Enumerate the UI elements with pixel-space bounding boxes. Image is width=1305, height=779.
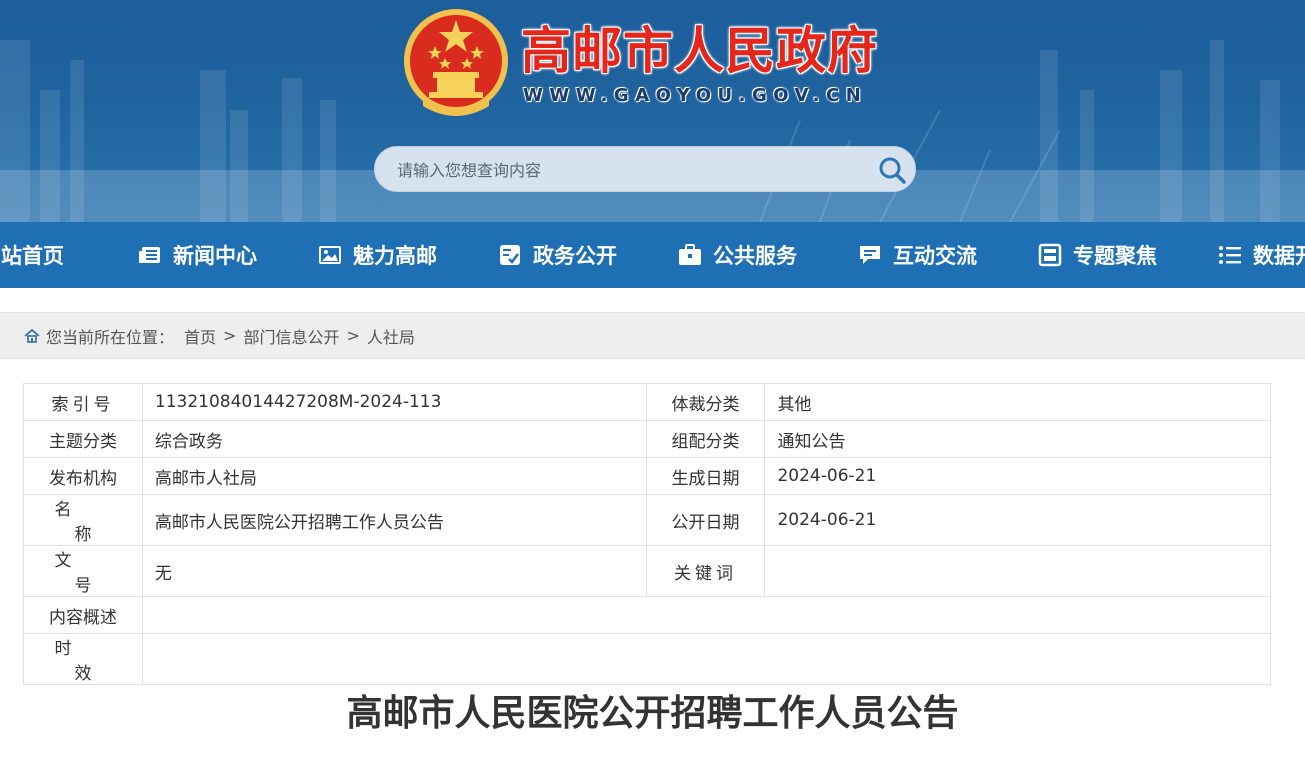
created-value: 2024-06-21 [764,457,1271,495]
breadcrumb-dept-info-link[interactable]: 部门信息公开 [243,324,339,348]
home-icon [24,328,40,343]
nav-item-home[interactable]: 网站首页 [0,222,64,288]
breadcrumb-separator: > [346,326,360,345]
nav-item-label: 专题聚焦 [1073,244,1157,268]
briefcase-icon [679,244,701,265]
published-value: 2024-06-21 [764,494,1271,546]
summary-label: 内容概述 [23,596,143,634]
breadcrumb-home-link[interactable]: 首页 [184,324,216,348]
genre-label: 体裁分类 [645,383,766,421]
published-label: 公开日期 [645,494,766,546]
doc-no-label: 文号 [23,545,143,597]
category-label: 组配分类 [645,420,766,458]
main-nav: 网站首页 新闻中心 魅力高邮 政务公开 公共服务 互动交流 专题聚焦 数据开放 [0,222,1305,288]
site-url: WWW.GAOYOU.GOV.CN [523,85,868,106]
site-banner: 高邮市人民政府 WWW.GAOYOU.GOV.CN [0,0,1305,222]
table-row: 发布机构 高邮市人社局 生成日期 2024-06-21 [23,457,1271,495]
nav-item-label: 互动交流 [893,244,977,268]
article-title: 高邮市人民医院公开招聘工作人员公告 [346,693,959,734]
breadcrumb-prefix: 您当前所在位置： [46,327,175,347]
publisher-label: 发布机构 [23,457,143,495]
search-icon[interactable] [877,155,907,185]
summary-value [141,596,1272,634]
picture-icon [319,246,341,264]
index-no-label: 索引号 [23,383,143,421]
validity-label: 时效 [23,633,143,685]
genre-value: 其他 [764,383,1271,421]
nav-item-gov-affairs[interactable]: 政务公开 [498,222,617,288]
nav-item-interaction[interactable]: 互动交流 [858,222,977,288]
publisher-value: 高邮市人社局 [141,457,647,495]
nav-item-topics[interactable]: 专题聚焦 [1038,222,1157,288]
breadcrumb-hr-bureau-link[interactable]: 人社局 [367,324,415,348]
nav-item-label: 公共服务 [713,244,797,268]
table-row: 文号 无 关键词 [23,545,1271,597]
created-label: 生成日期 [645,457,766,495]
keywords-label: 关键词 [645,545,766,597]
newspaper-icon [139,247,160,263]
breadcrumb: 您当前所在位置： 首页 > 部门信息公开 > 人社局 [0,312,1305,359]
nav-item-charm[interactable]: 魅力高邮 [318,222,437,288]
table-row: 主题分类 综合政务 组配分类 通知公告 [23,420,1271,458]
table-row: 内容概述 [23,596,1272,634]
document-info-table: 索引号 11321084014427208M-2024-113 体裁分类 其他 … [23,383,1272,685]
category-value: 通知公告 [764,420,1271,458]
name-label: 名称 [23,494,143,546]
table-row: 时效 [23,633,1272,685]
nav-item-public-service[interactable]: 公共服务 [678,222,797,288]
search-bar [374,146,916,192]
table-row: 索引号 11321084014427208M-2024-113 体裁分类 其他 [23,383,1271,421]
validity-value [141,633,1272,685]
nav-item-label: 政务公开 [533,244,617,268]
breadcrumb-separator: > [223,326,237,345]
table-row: 名称 高邮市人民医院公开招聘工作人员公告 公开日期 2024-06-21 [23,494,1271,546]
nav-item-data-open[interactable]: 数据开放 [1218,222,1305,288]
keywords-value [764,545,1271,597]
national-emblem-icon [404,9,508,116]
topic-value: 综合政务 [141,420,647,458]
index-no-value: 11321084014427208M-2024-113 [141,383,647,421]
clipboard-icon [500,245,520,265]
name-value: 高邮市人民医院公开招聘工作人员公告 [141,494,647,546]
nav-item-label: 新闻中心 [173,244,257,268]
nav-item-news[interactable]: 新闻中心 [138,222,257,288]
site-title: 高邮市人民政府 [521,22,878,80]
nav-item-label: 数据开放 [1253,244,1305,268]
list-icon [1219,246,1241,264]
frame-icon [1038,243,1062,267]
topic-label: 主题分类 [23,420,143,458]
chat-icon [860,246,880,264]
search-input[interactable] [397,155,857,185]
nav-item-label: 网站首页 [0,244,64,268]
nav-item-label: 魅力高邮 [353,244,437,268]
doc-no-value: 无 [141,545,647,597]
